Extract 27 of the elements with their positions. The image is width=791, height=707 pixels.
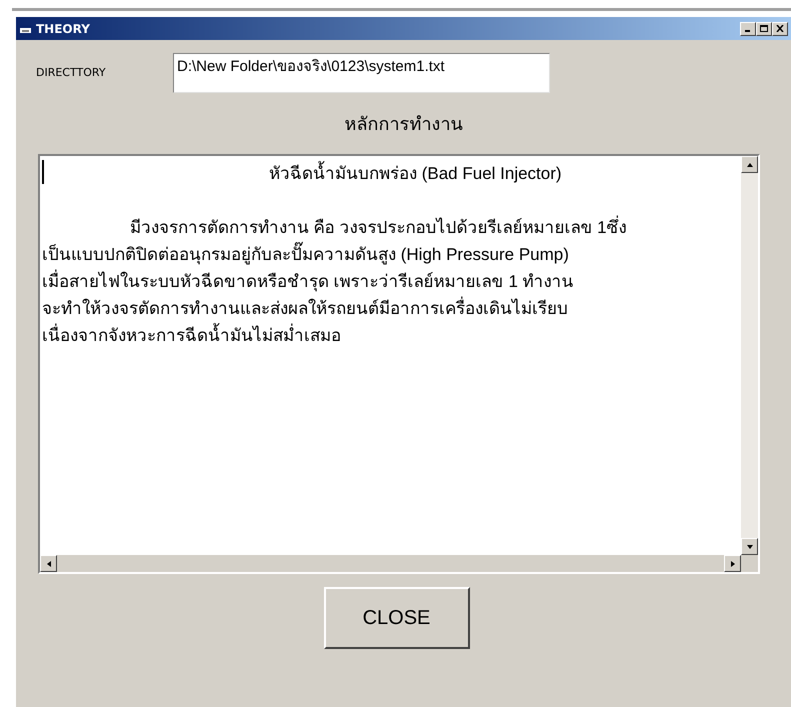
text-title: หัวฉีดน้ำมันบกพร่อง (Bad Fuel Injector) (269, 160, 562, 187)
vertical-scrollbar[interactable] (741, 156, 758, 555)
directory-field[interactable]: D:\New Folder\ของจริง\0123\system1.txt (173, 53, 550, 93)
directory-label: DIRECTTORY (36, 64, 107, 81)
close-icon (776, 25, 784, 32)
left-arrow-icon (44, 560, 52, 568)
minimize-button[interactable] (740, 22, 756, 36)
scroll-right-button[interactable] (724, 555, 741, 572)
down-arrow-icon (746, 542, 754, 550)
scrollbar-corner (741, 555, 758, 572)
text-cursor (42, 160, 44, 184)
scroll-up-button[interactable] (741, 156, 758, 173)
up-arrow-icon (746, 160, 754, 168)
text-line: มีวงจรการตัดการทำงาน คือ วงจรประกอบไปด้วยรีเลย์หมายเลข 1ซึ่ง (130, 218, 627, 237)
window-title: THEORY (36, 20, 90, 38)
close-dialog-button[interactable]: CLOSE (324, 587, 470, 649)
right-arrow-icon (728, 560, 736, 568)
section-heading: หลักการทำงาน (344, 113, 462, 137)
window-icon (19, 22, 33, 34)
close-button[interactable] (772, 22, 788, 36)
scroll-left-button[interactable] (40, 555, 57, 572)
scroll-down-button[interactable] (741, 538, 758, 555)
horizontal-scrollbar[interactable] (40, 555, 741, 572)
text-line: จะทำให้วงจรตัดการทำงานและส่งผลให้รถยนต์มีอาการเครื่องเดินไม่เรียบ (42, 299, 568, 318)
text-line: เมื่อสายไฟในระบบหัวฉีดขาดหรือชำรุด เพราะว่ารีเลย์หมายเลข 1 ทำงาน (42, 272, 574, 291)
maximize-button[interactable] (756, 22, 772, 36)
maximize-icon (760, 25, 768, 32)
